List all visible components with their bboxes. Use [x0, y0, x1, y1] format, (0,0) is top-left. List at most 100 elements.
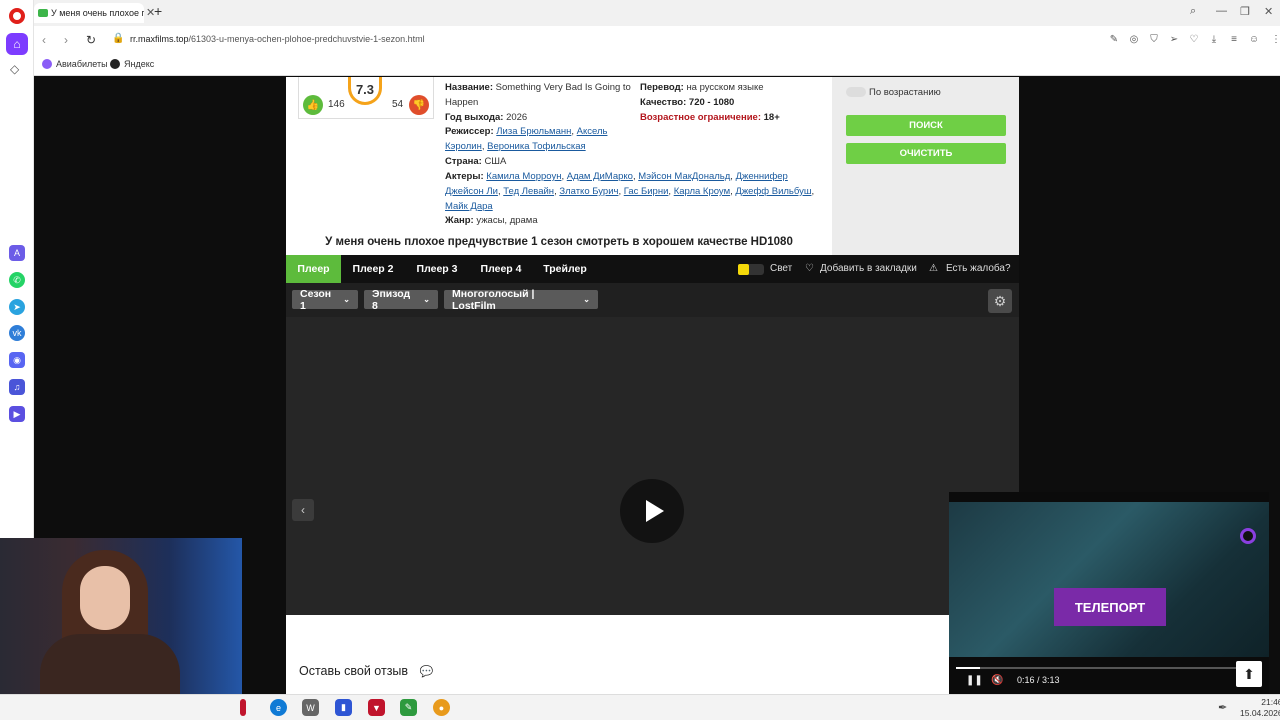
clear-button[interactable]: ОЧИСТИТЬ — [846, 143, 1006, 164]
bookmark-label: Яндекс — [124, 59, 155, 69]
actor-link[interactable]: Адам ДиМарко — [567, 171, 633, 182]
system-clock[interactable]: 21:46 15.04.2026 — [1240, 697, 1280, 719]
settings-gear-icon[interactable]: ⚙ — [988, 289, 1012, 313]
edge-icon[interactable]: e — [270, 699, 287, 716]
home-icon[interactable]: ⌂ — [6, 33, 28, 55]
pause-icon[interactable]: ❚❚ — [966, 675, 983, 686]
active-tab[interactable]: У меня очень плохое пр — [34, 3, 144, 23]
clock-date: 15.04.2026 — [1240, 708, 1280, 718]
sort-toggle[interactable] — [846, 87, 866, 97]
director-link[interactable]: Лиза Брюльманн — [496, 126, 571, 137]
back-icon[interactable]: ‹ — [42, 33, 46, 47]
sidebar-toggle-icon[interactable]: ⋮ — [1270, 34, 1280, 46]
actor-link[interactable]: Майк Дара — [445, 201, 493, 212]
video-player: Плеер Плеер 2 Плеер 3 Плеер 4 Трейлер Св… — [286, 255, 1019, 615]
actor-link[interactable]: Тед Левайн — [503, 186, 554, 197]
actor-link[interactable]: Златко Бурич — [559, 186, 618, 197]
tab-player-4[interactable]: Плеер 4 — [469, 255, 533, 283]
voice-select[interactable]: Многоголосый | LostFilm ⌄ — [444, 288, 598, 312]
send-icon[interactable]: ➢ — [1168, 34, 1180, 46]
menu-icon[interactable]: ≡ — [1228, 34, 1240, 46]
warning-icon: ⚠ — [929, 263, 938, 274]
discord-icon[interactable]: ◉ — [9, 352, 25, 368]
shield-icon[interactable]: ⛉ — [1148, 34, 1160, 46]
video-area[interactable]: ‹ — [286, 317, 1019, 615]
stats-icon[interactable]: ▮ — [335, 699, 352, 716]
light-toggle[interactable] — [738, 264, 764, 275]
actor-link[interactable]: Карла Кроум — [674, 186, 730, 197]
actor-link[interactable]: Мэйсон МакДональд — [638, 171, 730, 182]
whatsapp-icon[interactable]: ✆ — [9, 272, 25, 288]
mute-icon[interactable]: 🔇 — [991, 675, 1003, 686]
director-link[interactable]: Вероника Тофильская — [487, 141, 586, 152]
favicon — [38, 9, 48, 17]
tab-trailer[interactable]: Трейлер — [533, 255, 597, 283]
app-green-icon[interactable]: ✎ — [400, 699, 417, 716]
vivaldi-icon[interactable]: ▼ — [368, 699, 385, 716]
mini-progress[interactable] — [956, 667, 1246, 669]
tab-player-1[interactable]: Плеер — [286, 255, 341, 283]
yandex-icon — [110, 59, 120, 69]
bookmark-aviabilety[interactable]: Авиабилеты — [42, 59, 108, 69]
complaint-link[interactable]: Есть жалоба? — [946, 263, 1011, 274]
info-director: Режиссер: Лиза Брюльманн, Аксель Кэролин… — [445, 126, 608, 153]
info-quality: Качество: 720 - 1080 — [640, 96, 735, 108]
bookmark-label: Авиабилеты — [56, 59, 108, 69]
search-button[interactable]: ПОИСК — [846, 115, 1006, 136]
app-orange-icon[interactable]: ● — [433, 699, 450, 716]
profile-icon[interactable]: ☺ — [1248, 34, 1260, 46]
episode-select[interactable]: Эпизод 8 ⌄ — [364, 288, 438, 312]
opera-logo-icon[interactable] — [9, 8, 25, 24]
likes-count: 146 — [328, 99, 345, 110]
pinboard-icon[interactable]: ◇ — [10, 62, 19, 76]
info-name: Название: Something Very Bad Is Going to… — [445, 82, 631, 108]
mini-video[interactable]: ТЕЛЕПОРТ — [949, 502, 1269, 657]
light-label: Свет — [770, 263, 793, 274]
wordpad-icon[interactable]: W — [302, 699, 319, 716]
heart-icon[interactable]: ♡ — [1188, 34, 1200, 46]
review-heading: Оставь свой отзыв 💬 — [299, 664, 434, 678]
tab-player-2[interactable]: Плеер 2 — [341, 255, 405, 283]
vk-icon[interactable]: vk — [9, 325, 25, 341]
channel-logo-icon — [1240, 528, 1256, 544]
add-bookmark-link[interactable]: Добавить в закладки — [820, 263, 917, 274]
play-icon[interactable] — [620, 479, 684, 543]
dislikes-count: 54 — [392, 99, 404, 110]
mini-time: 0:16 / 3:13 — [1017, 675, 1060, 685]
reload-icon[interactable]: ↻ — [86, 33, 96, 47]
bookmark-heart-icon[interactable]: ♡ — [805, 263, 814, 274]
close-window-icon[interactable]: ✕ — [1264, 5, 1273, 18]
scroll-up-icon[interactable]: ⬆ — [1236, 661, 1262, 687]
tab-player-3[interactable]: Плеер 3 — [405, 255, 469, 283]
new-tab-button[interactable]: + — [154, 3, 162, 19]
taskbar: e W ▮ ▼ ✎ ● ✒ 21:46 15.04.2026 — [0, 694, 1280, 720]
webcam-body — [40, 634, 180, 694]
download-icon[interactable]: ⤓ — [1208, 34, 1220, 46]
aria-icon[interactable]: A — [9, 245, 25, 261]
mini-player: ТЕЛЕПОРТ ❚❚ 🔇 0:16 / 3:13 ⬆ — [949, 492, 1269, 694]
chevron-down-icon: ⌄ — [423, 295, 430, 304]
url-field[interactable]: rr.maxfilms.top/61303-u-menya-ochen-ploh… — [130, 34, 425, 44]
pen-icon[interactable]: ✒ — [1218, 701, 1227, 714]
telegram-icon[interactable]: ➤ — [9, 299, 25, 315]
chevron-left-icon[interactable]: ‹ — [292, 499, 314, 521]
tab-bar: У меня очень плохое пр ✕ + ⌕ — ❐ ✕ — [34, 0, 1280, 26]
edit-icon[interactable]: ✎ — [1108, 34, 1120, 46]
minimize-icon[interactable]: — — [1216, 5, 1227, 17]
player-icon[interactable]: ♫ — [9, 379, 25, 395]
video-icon[interactable]: ▶ — [9, 406, 25, 422]
like-icon[interactable]: 👍 — [303, 95, 323, 115]
app-icon[interactable] — [240, 699, 246, 716]
forward-icon[interactable]: › — [64, 33, 68, 47]
camera-icon[interactable]: ◎ — [1128, 34, 1140, 46]
teleport-badge: ТЕЛЕПОРТ — [1054, 588, 1166, 626]
bookmark-yandex[interactable]: Яндекс — [110, 59, 154, 69]
search-tabs-icon[interactable]: ⌕ — [1190, 5, 1196, 18]
filter-sidebar — [832, 77, 1019, 257]
season-select[interactable]: Сезон 1 ⌄ — [292, 288, 358, 312]
actor-link[interactable]: Гас Бирни — [624, 186, 669, 197]
actor-link[interactable]: Камила Морроун — [486, 171, 561, 182]
actor-link[interactable]: Джефф Вильбуш — [735, 186, 811, 197]
dislike-icon[interactable]: 👎 — [409, 95, 429, 115]
restore-icon[interactable]: ❐ — [1240, 5, 1250, 18]
